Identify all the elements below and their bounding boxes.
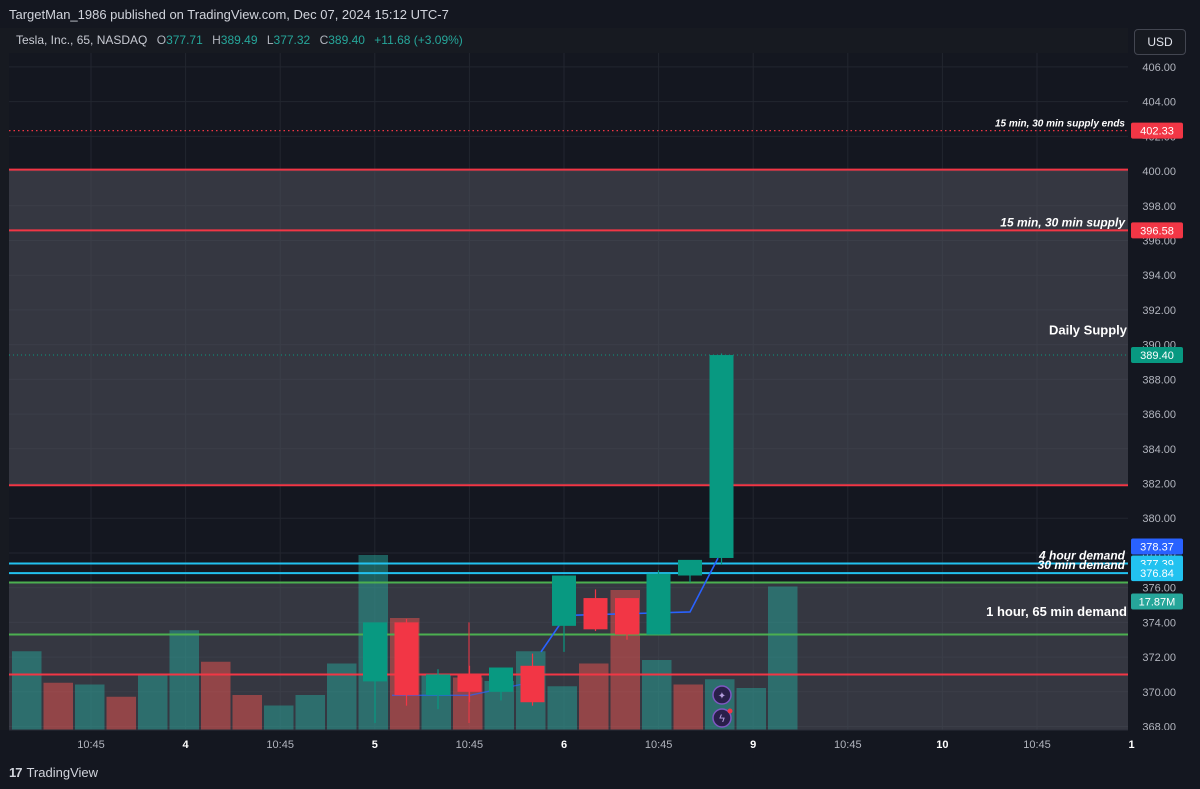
level-price-tag: 402.33 xyxy=(1140,126,1174,138)
price-tick-label: 370.00 xyxy=(1142,687,1176,699)
time-tick-label: 5 xyxy=(372,739,378,751)
price-tick-label: 384.00 xyxy=(1142,444,1176,456)
notification-dot-icon xyxy=(727,708,733,714)
price-tick-label: 386.00 xyxy=(1142,409,1176,421)
volume-bar xyxy=(75,684,105,730)
price-tick-label: 398.00 xyxy=(1142,201,1176,213)
price-tick-label: 404.00 xyxy=(1142,97,1176,109)
tradingview-logo-icon: 17 xyxy=(9,765,23,780)
time-tick-label: 6 xyxy=(561,739,567,751)
volume-bar xyxy=(673,684,703,730)
candle-body xyxy=(520,665,545,703)
price-tick-label: 380.00 xyxy=(1142,513,1176,525)
zone-rect xyxy=(9,169,1128,486)
volume-bar xyxy=(43,682,73,730)
tradingview-logo[interactable]: 17 TradingView xyxy=(9,765,98,780)
time-tick-label: 10:45 xyxy=(834,739,862,751)
time-tick-label: 10:45 xyxy=(1023,739,1051,751)
level-label: 30 min demand xyxy=(1038,558,1126,572)
volume-bar xyxy=(106,696,136,730)
time-tick-label: 10:45 xyxy=(645,739,673,751)
price-tick-label: 376.00 xyxy=(1142,583,1176,595)
volume-tag: 17.87M xyxy=(1139,597,1176,609)
volume-bar xyxy=(736,688,766,730)
price-tick-label: 388.00 xyxy=(1142,374,1176,386)
candle-body xyxy=(426,674,450,696)
level-label: 15 min, 30 min supply ends xyxy=(995,119,1125,130)
level-label: 15 min, 30 min supply xyxy=(1000,215,1126,229)
price-tick-label: 394.00 xyxy=(1142,270,1176,282)
time-axis xyxy=(0,730,1200,760)
candle-body xyxy=(394,622,419,696)
candle-body xyxy=(709,355,734,558)
volume-bar xyxy=(12,651,42,730)
lightning-icon: ϟ xyxy=(719,713,725,725)
candle-body xyxy=(363,622,387,682)
price-tick-label: 372.00 xyxy=(1142,652,1176,664)
zone-annotation: 1 hour, 65 min demand xyxy=(986,604,1127,619)
volume-bar xyxy=(547,686,577,730)
candle-body xyxy=(489,667,513,692)
price-tick-label: 382.00 xyxy=(1142,479,1176,491)
price-tick-label: 406.00 xyxy=(1142,62,1176,74)
price-tag: 389.40 xyxy=(1140,350,1174,362)
volume-bar xyxy=(232,695,262,730)
price-chart[interactable]: 15 min, 30 min supply ends 15 min, 30 min… xyxy=(0,0,1200,760)
candle-body xyxy=(583,598,608,630)
level-price-tag: 396.58 xyxy=(1140,225,1174,237)
time-tick-label: 9 xyxy=(750,739,756,751)
volume-bar xyxy=(169,630,199,730)
time-tick-label: 10:45 xyxy=(266,739,294,751)
time-tick-label: 10 xyxy=(936,739,948,751)
candle-body xyxy=(615,598,639,635)
candle-body xyxy=(678,559,702,576)
candle-body xyxy=(457,674,482,692)
price-tag: 378.37 xyxy=(1140,542,1174,554)
candle-body xyxy=(646,573,671,635)
volume-bar xyxy=(201,661,231,730)
zone-annotation: Daily Supply xyxy=(1049,323,1128,338)
level-price-tag: 376.84 xyxy=(1140,568,1174,580)
price-tick-label: 392.00 xyxy=(1142,305,1176,317)
time-tick-label: 4 xyxy=(183,739,190,751)
volume-bar xyxy=(642,660,672,730)
currency-button[interactable]: USD xyxy=(1134,29,1186,55)
price-tick-label: 374.00 xyxy=(1142,617,1176,629)
tradingview-brand: TradingView xyxy=(26,765,99,780)
time-tick-label: 10:45 xyxy=(456,739,484,751)
volume-bar xyxy=(768,586,798,730)
time-tick-label: 1 xyxy=(1129,739,1135,751)
candle-body xyxy=(552,575,576,626)
volume-bar xyxy=(295,695,325,730)
price-tick-label: 400.00 xyxy=(1142,166,1176,178)
footer xyxy=(0,760,1200,789)
volume-bar xyxy=(264,705,294,730)
time-tick-label: 10:45 xyxy=(77,739,105,751)
volume-bar xyxy=(138,674,168,730)
sparkle-icon: ✦ xyxy=(718,691,726,702)
